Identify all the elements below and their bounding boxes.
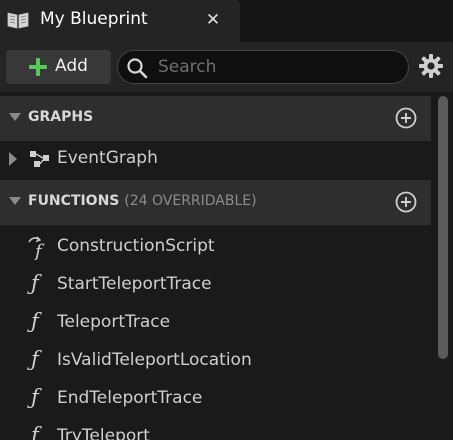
gear-icon[interactable]	[418, 53, 444, 79]
function-icon: ƒ	[31, 385, 39, 409]
toolbar: Add	[0, 42, 453, 92]
section-functions-subtitle: (24 OVERRIDABLE)	[124, 193, 257, 209]
section-graphs-title: GRAPHS	[28, 109, 94, 125]
function-item[interactable]: ƒ EndTeleportTrace	[0, 380, 431, 418]
function-item-label: ConstructionScript	[57, 236, 215, 256]
add-circle-icon[interactable]	[395, 107, 417, 129]
tab-bar: My Blueprint ✕	[0, 0, 453, 42]
blueprint-tree: GRAPHS EventGraph FUNCTIONS (24 OVERRIDA…	[0, 92, 453, 440]
section-graphs-header[interactable]: GRAPHS	[0, 96, 431, 141]
tab-title: My Blueprint	[40, 9, 148, 29]
search-icon	[127, 58, 148, 79]
add-button-label: Add	[55, 56, 88, 76]
graph-icon	[30, 151, 49, 167]
my-blueprint-panel: My Blueprint ✕ Add Search GRAPHS EventGr…	[0, 0, 453, 440]
function-item[interactable]: ƒ TryTeleport	[0, 418, 431, 440]
function-item-label: IsValidTeleportLocation	[57, 350, 252, 370]
scrollbar-thumb[interactable]	[438, 96, 448, 359]
add-circle-icon[interactable]	[395, 191, 417, 213]
svg-text:f: f	[33, 241, 45, 260]
function-item-label: StartTeleportTrace	[57, 274, 212, 294]
graph-item-label: EventGraph	[57, 148, 158, 168]
section-functions-header[interactable]: FUNCTIONS (24 OVERRIDABLE)	[0, 180, 431, 225]
section-functions-title: FUNCTIONS	[28, 193, 120, 209]
collapse-arrow-icon[interactable]	[9, 113, 21, 121]
section-title: GRAPHS	[28, 109, 93, 125]
function-item-label: EndTeleportTrace	[57, 388, 203, 408]
function-icon: ƒ	[31, 309, 39, 333]
close-icon[interactable]: ✕	[202, 8, 224, 32]
search-box[interactable]	[117, 50, 409, 84]
plus-icon	[28, 57, 48, 77]
tab-my-blueprint[interactable]: My Blueprint ✕	[0, 0, 240, 42]
function-item[interactable]: f ConstructionScript	[0, 228, 431, 266]
function-icon: ƒ	[31, 423, 39, 440]
function-item[interactable]: ƒ StartTeleportTrace	[0, 266, 431, 304]
function-icon: ƒ	[31, 271, 39, 295]
collapse-arrow-icon[interactable]	[9, 197, 21, 205]
search-input[interactable]	[158, 51, 403, 83]
function-icon: ƒ	[31, 347, 39, 371]
book-icon	[7, 12, 29, 29]
construction-script-icon: f	[28, 236, 45, 260]
section-title: FUNCTIONS (24 OVERRIDABLE)	[28, 193, 257, 209]
graph-item-eventgraph[interactable]: EventGraph	[0, 140, 431, 178]
vertical-scrollbar[interactable]	[433, 92, 453, 440]
function-item[interactable]: ƒ IsValidTeleportLocation	[0, 342, 431, 380]
function-item-label: TeleportTrace	[57, 312, 171, 332]
add-button[interactable]: Add	[6, 50, 111, 84]
expand-arrow-icon[interactable]	[9, 152, 17, 166]
function-item[interactable]: ƒ TeleportTrace	[0, 304, 431, 342]
function-item-label: TryTeleport	[57, 426, 150, 440]
